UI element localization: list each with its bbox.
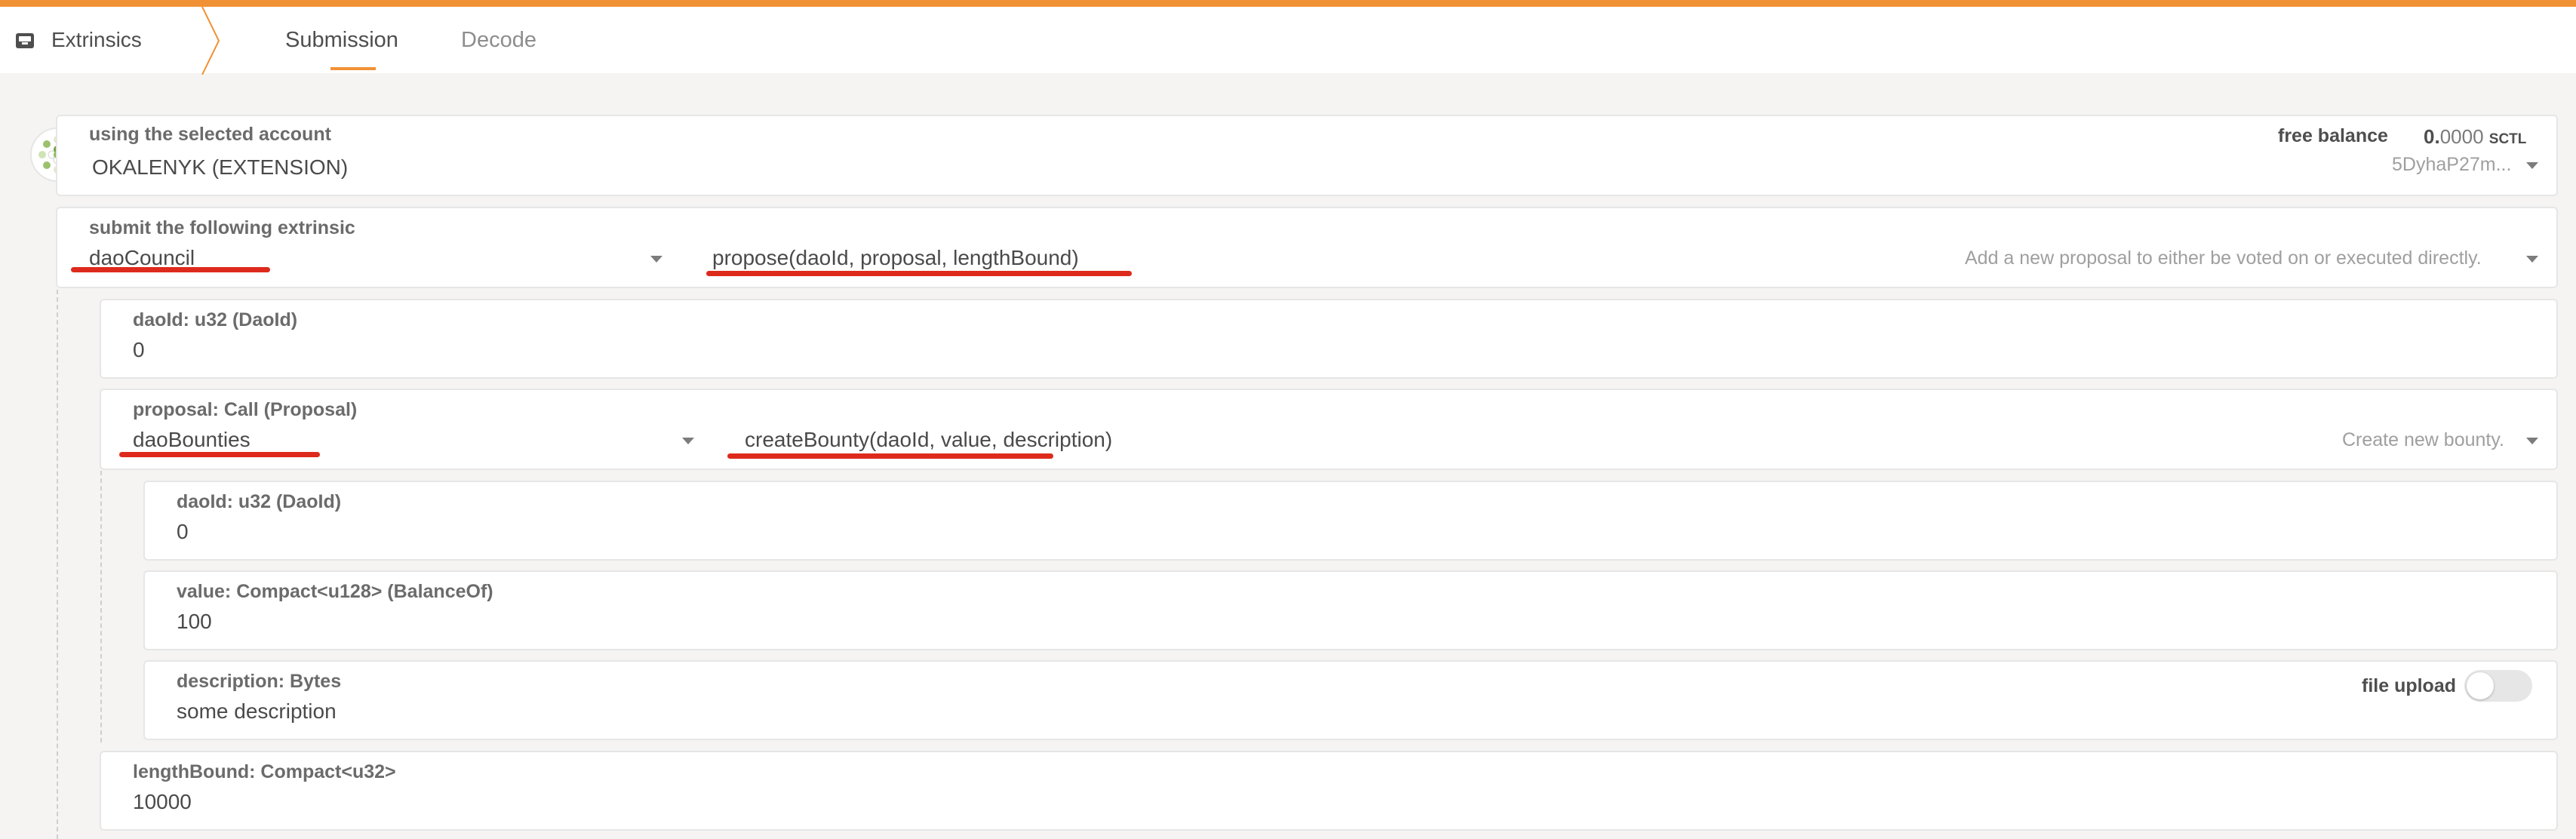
account-label: using the selected account bbox=[89, 124, 331, 145]
description-input[interactable]: some description bbox=[177, 699, 337, 724]
param-label: lengthBound: Compact<u32> bbox=[133, 761, 396, 782]
inner-dao-id-input[interactable]: 0 bbox=[177, 520, 189, 544]
annotation-underline bbox=[71, 267, 270, 272]
length-bound-input[interactable]: 10000 bbox=[133, 790, 192, 814]
value-input[interactable]: 100 bbox=[177, 610, 212, 634]
proposal-section-dropdown[interactable]: daoBounties bbox=[133, 428, 251, 452]
toggle-knob bbox=[2467, 672, 2494, 699]
chevron-down-icon[interactable] bbox=[2526, 438, 2538, 444]
tab-submission[interactable]: Submission bbox=[285, 28, 398, 53]
extrinsic-label: submit the following extrinsic bbox=[89, 217, 355, 238]
param-label: description: Bytes bbox=[177, 671, 342, 692]
param-inner-dao-id: daoId: u32 (DaoId) 0 bbox=[143, 481, 2558, 561]
account-selector[interactable]: using the selected account OKALENYK (EXT… bbox=[56, 115, 2558, 196]
param-dao-id: daoId: u32 (DaoId) 0 bbox=[100, 299, 2558, 379]
param-label: value: Compact<u128> (BalanceOf) bbox=[177, 581, 493, 602]
annotation-underline bbox=[706, 271, 1132, 276]
nesting-guide bbox=[100, 471, 102, 742]
param-proposal: proposal: Call (Proposal) daoBounties cr… bbox=[100, 389, 2558, 470]
top-accent-bar bbox=[0, 0, 2576, 7]
free-balance-label: free balance bbox=[2278, 125, 2388, 146]
dao-id-input[interactable]: 0 bbox=[133, 338, 145, 362]
extrinsic-selector: submit the following extrinsic daoCounci… bbox=[56, 207, 2558, 288]
chevron-down-icon[interactable] bbox=[682, 438, 694, 444]
chevron-down-icon[interactable] bbox=[2526, 256, 2538, 263]
active-tab-indicator bbox=[330, 67, 376, 70]
proposal-method-description: Create new bounty. bbox=[2342, 429, 2504, 450]
method-description: Add a new proposal to either be voted on… bbox=[1965, 247, 2482, 269]
chevron-down-icon[interactable] bbox=[650, 256, 662, 263]
account-name: OKALENYK (EXTENSION) bbox=[92, 155, 349, 179]
app-title: Extrinsics bbox=[51, 28, 142, 51]
nesting-guide bbox=[57, 290, 58, 839]
proposal-method-dropdown[interactable]: createBounty(daoId, value, description) bbox=[745, 428, 1112, 452]
file-upload-label: file upload bbox=[2362, 675, 2456, 696]
file-upload-toggle[interactable] bbox=[2464, 670, 2532, 702]
account-address: 5DyhaP27m... bbox=[2392, 154, 2512, 175]
tab-decode[interactable]: Decode bbox=[461, 28, 536, 53]
param-label: daoId: u32 (DaoId) bbox=[177, 491, 342, 512]
inbox-icon bbox=[16, 33, 34, 48]
chevron-down-icon[interactable] bbox=[2526, 162, 2538, 169]
annotation-underline bbox=[727, 453, 1053, 459]
param-value: value: Compact<u128> (BalanceOf) 100 bbox=[143, 570, 2558, 650]
method-dropdown[interactable]: propose(daoId, proposal, lengthBound) bbox=[712, 246, 1079, 270]
free-balance-value: 0.0000 SCTL bbox=[2424, 125, 2527, 148]
breadcrumb-separator bbox=[201, 7, 220, 75]
param-description: description: Bytes some description file… bbox=[143, 660, 2558, 740]
page-header: Extrinsics Submission Decode bbox=[0, 7, 2576, 75]
param-length-bound: lengthBound: Compact<u32> 10000 bbox=[100, 751, 2558, 831]
param-label: proposal: Call (Proposal) bbox=[133, 399, 358, 420]
annotation-underline bbox=[119, 452, 320, 457]
param-label: daoId: u32 (DaoId) bbox=[133, 309, 298, 330]
